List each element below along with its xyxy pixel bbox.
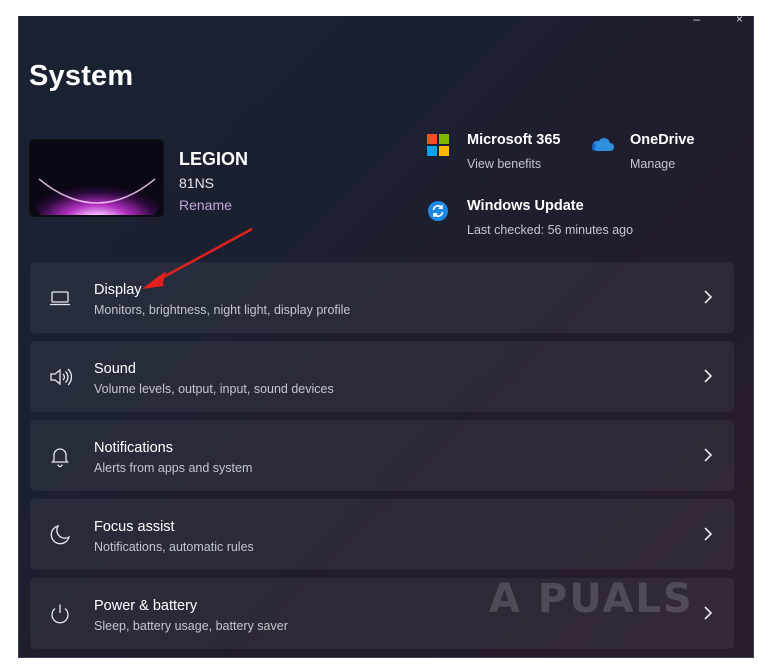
quick-link-subtitle: View benefits [467,157,542,171]
settings-item-title: Display [94,282,142,298]
settings-item-subtitle: Volume levels, output, input, sound devi… [94,382,334,396]
quick-link-title: Microsoft 365 [467,132,561,148]
onedrive-icon [590,134,614,156]
settings-item-focus-assist[interactable]: Focus assist Notifications, automatic ru… [30,499,734,570]
device-model: 81NS [179,175,215,191]
laptop-icon [48,286,72,310]
chevron-right-icon [702,604,714,622]
settings-item-title: Sound [94,361,136,377]
close-icon[interactable]: × [736,16,743,26]
settings-item-sound[interactable]: Sound Volume levels, output, input, soun… [30,341,734,412]
device-name: LEGION [179,149,249,169]
power-icon [48,602,72,626]
window-controls[interactable]: – × [657,16,743,26]
bell-icon [48,444,72,468]
settings-item-display[interactable]: Display Monitors, brightness, night ligh… [30,262,734,333]
settings-item-subtitle: Monitors, brightness, night light, displ… [94,303,351,317]
chevron-right-icon [702,525,714,543]
rename-link[interactable]: Rename [179,197,232,213]
quick-link-title: OneDrive [630,132,695,148]
minimize-icon[interactable]: – [693,16,700,26]
chevron-right-icon [702,367,714,385]
settings-window: – × System LEGION 81NS Rename Microsoft … [18,16,754,658]
settings-item-title: Focus assist [94,519,175,535]
microsoft-365-icon [427,134,449,156]
settings-item-title: Notifications [94,440,173,456]
page-title: System [29,60,134,92]
quick-link-subtitle: Manage [630,157,676,171]
settings-item-title: Power & battery [94,598,198,614]
windows-update-icon [427,200,449,222]
settings-item-subtitle: Sleep, battery usage, battery saver [94,619,288,633]
device-wallpaper-thumbnail [29,139,164,217]
quick-link-subtitle: Last checked: 56 minutes ago [467,223,634,237]
moon-icon [48,523,72,547]
quick-link-title: Windows Update [467,198,584,214]
watermark-logo: A PUALS [489,576,694,622]
settings-item-subtitle: Notifications, automatic rules [94,540,254,554]
settings-item-subtitle: Alerts from apps and system [94,461,253,475]
settings-item-notifications[interactable]: Notifications Alerts from apps and syste… [30,420,734,491]
chevron-right-icon [702,288,714,306]
speaker-icon [48,365,73,389]
chevron-right-icon [702,446,714,464]
